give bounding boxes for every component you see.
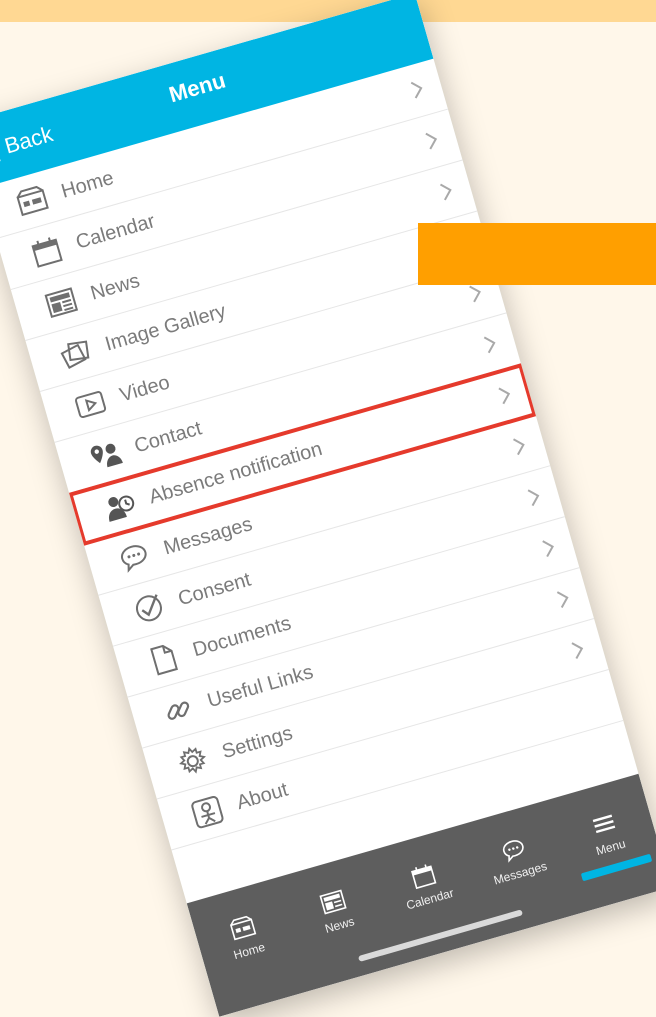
contact-icon <box>84 434 126 476</box>
news-icon <box>319 888 347 914</box>
tab-label: Menu <box>594 835 627 858</box>
tab-messages[interactable]: Messages <box>472 826 561 890</box>
video-icon <box>70 384 112 426</box>
menu-icon <box>592 814 616 833</box>
menu-list: Home Calendar News Image Gallery Video C… <box>0 58 624 851</box>
tab-calendar[interactable]: Calendar <box>381 852 470 916</box>
messages-icon <box>502 839 524 863</box>
tab-news[interactable]: News <box>291 878 380 942</box>
documents-icon <box>143 638 185 680</box>
image-gallery-icon <box>55 333 97 375</box>
link-icon <box>157 689 199 731</box>
calendar-icon <box>410 863 437 889</box>
calendar-icon <box>26 231 68 273</box>
tab-label: News <box>323 913 356 936</box>
settings-icon <box>172 740 214 782</box>
messages-icon <box>113 536 155 578</box>
tab-label: Calendar <box>404 885 456 913</box>
tab-home[interactable]: Home <box>201 904 290 968</box>
orange-highlight-bar <box>418 223 656 285</box>
about-icon <box>186 791 228 833</box>
tab-label: Home <box>231 939 267 962</box>
absence-icon <box>99 485 141 527</box>
home-icon <box>11 180 53 222</box>
tab-menu[interactable]: Menu <box>562 800 651 864</box>
news-icon <box>40 282 82 324</box>
tab-label: Messages <box>492 858 549 887</box>
home-icon <box>229 915 257 940</box>
consent-icon <box>128 587 170 629</box>
phone-screen: Back Menu Home Calendar News Image Galle… <box>0 0 656 1017</box>
